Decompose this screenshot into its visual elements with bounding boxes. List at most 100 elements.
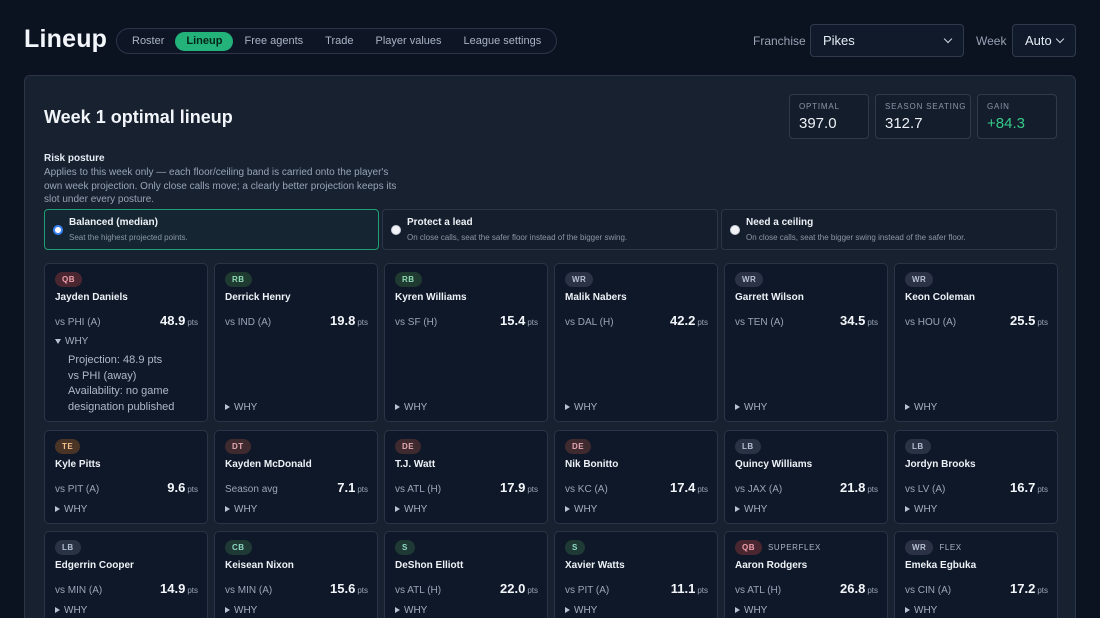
opponent: vs PIT (A)	[55, 484, 100, 495]
why-toggle[interactable]: WHY	[735, 402, 767, 413]
opponent: vs ATL (H)	[395, 484, 442, 495]
player-card: RB Derrick Henry vs IND (A) 19.8 pts WHY	[214, 263, 378, 422]
points-value: 26.8	[840, 581, 866, 596]
points-unit: pts	[1037, 586, 1048, 595]
why-toggle[interactable]: WHY	[225, 605, 257, 616]
tab-free-agents[interactable]: Free agents	[233, 32, 314, 51]
tab-league-settings[interactable]: League settings	[453, 32, 553, 51]
why-toggle[interactable]: WHY	[565, 504, 597, 515]
risk-posture-description: Applies to this week only — each floor/c…	[44, 167, 397, 205]
slot-label: FLEX	[939, 543, 962, 552]
why-toggle[interactable]: WHY	[225, 504, 257, 515]
why-toggle[interactable]: WHY	[735, 504, 767, 515]
opponent: vs MIN (A)	[55, 585, 103, 596]
caret-down-icon	[55, 339, 61, 344]
opponent: vs HOU (A)	[905, 317, 957, 328]
risk-option[interactable]: Need a ceiling On close calls, seat the b…	[721, 209, 1057, 250]
points-value: 17.2	[1010, 581, 1036, 596]
player-name: Aaron Rodgers	[735, 560, 808, 571]
caret-right-icon	[905, 506, 910, 512]
points-value: 25.5	[1010, 313, 1036, 328]
position-badge: WR	[905, 540, 934, 555]
why-toggle[interactable]: WHY	[395, 402, 427, 413]
why-toggle[interactable]: WHY	[55, 605, 87, 616]
why-label: WHY	[234, 605, 258, 616]
tab-lineup[interactable]: Lineup	[175, 31, 234, 51]
why-toggle[interactable]: WHY	[395, 605, 427, 616]
radio-button[interactable]	[53, 225, 63, 235]
player-name: Keisean Nixon	[225, 560, 294, 571]
points-value: 17.9	[500, 480, 526, 495]
why-toggle[interactable]: WHY	[735, 605, 767, 616]
stat-label: GAIN	[987, 102, 1010, 111]
points-value: 15.4	[500, 313, 526, 328]
player-name: Malik Nabers	[565, 292, 627, 303]
week-select[interactable]: Auto	[1012, 24, 1076, 57]
stat-optimal: OPTIMAL 397.0	[789, 94, 869, 139]
why-toggle[interactable]: WHY	[55, 336, 88, 347]
why-toggle[interactable]: WHY	[905, 402, 937, 413]
position-badge: S	[565, 540, 585, 555]
projected-points: 14.9 pts	[160, 581, 198, 596]
player-name: Garrett Wilson	[735, 292, 804, 303]
card-header: QB	[55, 272, 82, 287]
stat-gain: GAIN +84.3	[977, 94, 1057, 139]
opponent: vs SF (H)	[395, 317, 438, 328]
opponent: vs PIT (A)	[565, 585, 610, 596]
stat-value: 312.7	[885, 115, 923, 132]
position-badge: S	[395, 540, 415, 555]
projected-points: 17.9 pts	[500, 480, 538, 495]
projected-points: 15.6 pts	[330, 581, 368, 596]
why-toggle[interactable]: WHY	[905, 504, 937, 515]
slot-label: SUPERFLEX	[768, 543, 821, 552]
player-card: LB Quincy Williams vs JAX (A) 21.8 pts WHY	[724, 430, 888, 524]
projected-points: 22.0 pts	[500, 581, 538, 596]
tab-trade[interactable]: Trade	[314, 32, 364, 51]
card-header: LB	[905, 439, 931, 454]
panel-title: Week 1 optimal lineup	[44, 107, 233, 127]
why-detail-line: vs PHI (away)	[68, 369, 137, 382]
radio-button[interactable]	[730, 225, 740, 235]
radio-button[interactable]	[391, 225, 401, 235]
tab-roster[interactable]: Roster	[121, 32, 175, 51]
why-label: WHY	[65, 336, 89, 347]
player-card: QB Jayden Daniels vs PHI (A) 48.9 pts WHY Proj…	[44, 263, 208, 422]
risk-option[interactable]: Balanced (median) Seat the highest projec…	[44, 209, 379, 250]
player-name: Edgerrin Cooper	[55, 560, 134, 571]
risk-option[interactable]: Protect a lead On close calls, seat the s…	[382, 209, 718, 250]
why-toggle[interactable]: WHY	[55, 504, 87, 515]
caret-right-icon	[905, 404, 910, 410]
why-toggle[interactable]: WHY	[905, 605, 937, 616]
opponent: vs PHI (A)	[55, 317, 101, 328]
caret-right-icon	[55, 506, 60, 512]
points-unit: pts	[697, 485, 708, 494]
tab-player-values[interactable]: Player values	[365, 32, 453, 51]
player-card: S DeShon Elliott vs ATL (H) 22.0 pts WHY	[384, 531, 548, 618]
franchise-select[interactable]: Pikes	[810, 24, 964, 57]
why-toggle[interactable]: WHY	[565, 605, 597, 616]
caret-right-icon	[225, 607, 230, 613]
position-badge: LB	[905, 439, 931, 454]
points-unit: pts	[357, 586, 368, 595]
why-toggle[interactable]: WHY	[225, 402, 257, 413]
player-name: Keon Coleman	[905, 292, 976, 303]
player-name: Derrick Henry	[225, 292, 291, 303]
why-toggle[interactable]: WHY	[565, 402, 597, 413]
player-name: T.J. Watt	[395, 459, 436, 470]
why-label: WHY	[744, 605, 768, 616]
why-label: WHY	[404, 504, 428, 515]
points-unit: pts	[1037, 318, 1048, 327]
points-value: 42.2	[670, 313, 696, 328]
caret-right-icon	[735, 404, 740, 410]
why-toggle[interactable]: WHY	[395, 504, 427, 515]
why-label: WHY	[64, 504, 88, 515]
projected-points: 19.8 pts	[330, 313, 368, 328]
opponent: vs MIN (A)	[225, 585, 273, 596]
opponent: vs ATL (H)	[735, 585, 782, 596]
points-value: 19.8	[330, 313, 356, 328]
card-header: S	[395, 540, 415, 555]
caret-right-icon	[565, 607, 570, 613]
card-header: WR	[565, 272, 594, 287]
stat-value: 397.0	[799, 115, 837, 132]
caret-right-icon	[565, 404, 570, 410]
